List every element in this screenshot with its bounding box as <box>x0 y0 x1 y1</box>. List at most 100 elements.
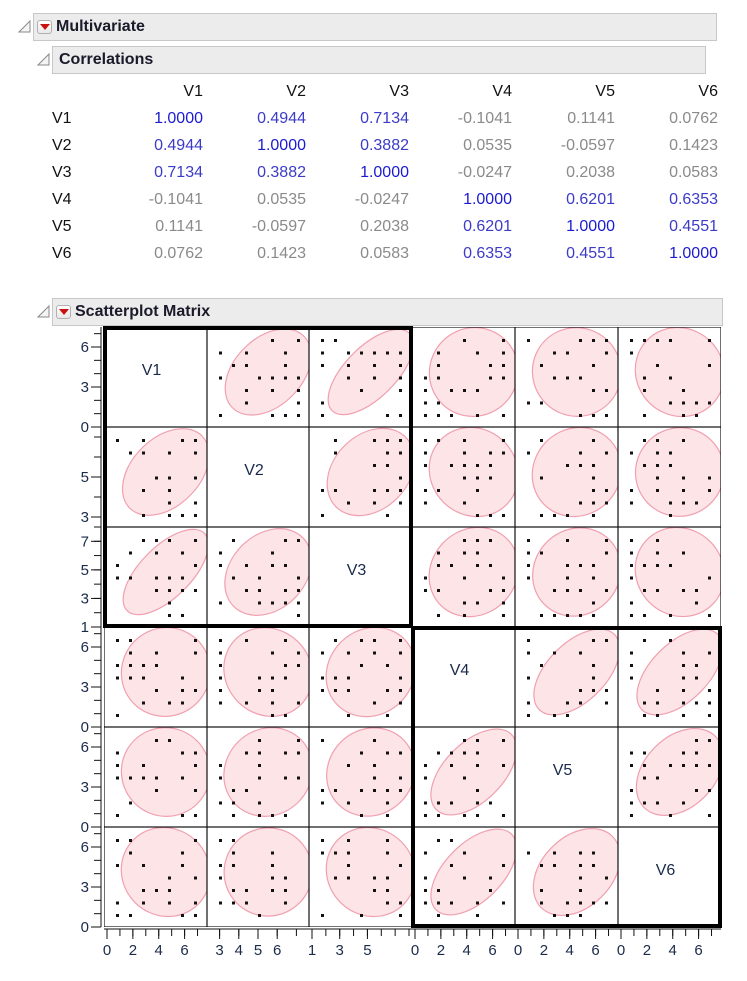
data-point <box>386 751 389 755</box>
y-tick-label: 6 <box>81 339 89 356</box>
data-point <box>553 851 556 855</box>
data-point <box>155 789 158 792</box>
data-point <box>605 539 608 542</box>
data-point <box>502 614 505 617</box>
data-point <box>232 801 235 805</box>
data-point <box>630 789 633 792</box>
data-point <box>682 701 685 705</box>
data-point <box>258 739 261 742</box>
data-point <box>181 439 184 442</box>
data-point <box>682 439 685 442</box>
data-point <box>168 739 171 742</box>
data-point <box>630 814 633 817</box>
data-point <box>399 864 402 867</box>
data-point <box>373 351 376 355</box>
data-point <box>566 564 569 567</box>
data-point <box>386 351 389 355</box>
data-point <box>463 851 466 855</box>
data-point <box>656 476 659 480</box>
data-point <box>540 401 543 405</box>
data-point <box>682 401 685 405</box>
data-point <box>284 589 287 592</box>
data-point <box>373 876 376 880</box>
data-point <box>271 676 274 680</box>
data-point <box>579 864 582 867</box>
data-point <box>579 914 582 917</box>
data-point <box>669 639 672 642</box>
data-point <box>321 489 324 492</box>
data-point <box>695 414 698 417</box>
data-point <box>245 789 248 792</box>
data-point <box>297 539 300 542</box>
data-point <box>476 539 479 542</box>
data-point <box>708 364 711 367</box>
data-point <box>194 451 197 455</box>
data-point <box>527 701 530 705</box>
data-point <box>566 614 569 617</box>
data-point <box>424 414 427 417</box>
data-point <box>527 401 530 405</box>
data-point <box>155 689 158 692</box>
data-point <box>142 514 145 517</box>
cell-variable-label: V4 <box>450 662 470 679</box>
data-point <box>489 464 492 467</box>
data-point <box>258 576 261 580</box>
data-point <box>219 764 222 767</box>
data-point <box>553 914 556 917</box>
data-point <box>386 414 389 417</box>
data-point <box>219 689 222 692</box>
data-point <box>476 389 479 392</box>
data-point <box>334 876 337 880</box>
data-point <box>155 776 158 780</box>
data-point <box>669 564 672 567</box>
data-point <box>566 464 569 467</box>
data-point <box>553 714 556 717</box>
data-point <box>527 639 530 642</box>
data-point <box>386 789 389 792</box>
data-point <box>181 551 184 555</box>
data-point <box>643 614 646 617</box>
data-point <box>424 901 427 905</box>
data-point <box>194 689 197 692</box>
data-point <box>373 364 376 367</box>
data-point <box>360 789 363 792</box>
data-point <box>437 589 440 592</box>
data-point <box>502 339 505 342</box>
cell-variable-label: V6 <box>656 862 676 879</box>
data-point <box>489 889 492 892</box>
data-point <box>669 451 672 455</box>
data-point <box>271 651 274 655</box>
data-point <box>168 576 171 580</box>
data-point <box>181 814 184 817</box>
data-point <box>450 751 453 755</box>
data-point <box>297 401 300 405</box>
data-point <box>219 376 222 380</box>
data-point <box>386 889 389 892</box>
data-point <box>219 776 222 780</box>
data-point <box>630 801 633 805</box>
data-point <box>656 551 659 555</box>
data-point <box>258 676 261 680</box>
data-point <box>630 551 633 555</box>
data-point <box>219 639 222 642</box>
data-point <box>373 439 376 442</box>
data-point <box>194 501 197 505</box>
data-point <box>476 551 479 555</box>
data-point <box>142 701 145 705</box>
data-point <box>373 651 376 655</box>
data-point <box>155 664 158 667</box>
data-point <box>708 614 711 617</box>
data-point <box>321 914 324 917</box>
data-point <box>181 514 184 517</box>
data-point <box>245 389 248 392</box>
data-point <box>271 414 274 417</box>
data-point <box>232 364 235 367</box>
data-point <box>463 751 466 755</box>
data-point <box>297 651 300 655</box>
data-point <box>129 651 132 655</box>
data-point <box>219 876 222 880</box>
data-point <box>527 551 530 555</box>
data-point <box>155 739 158 742</box>
data-point <box>360 914 363 917</box>
data-point <box>579 689 582 692</box>
